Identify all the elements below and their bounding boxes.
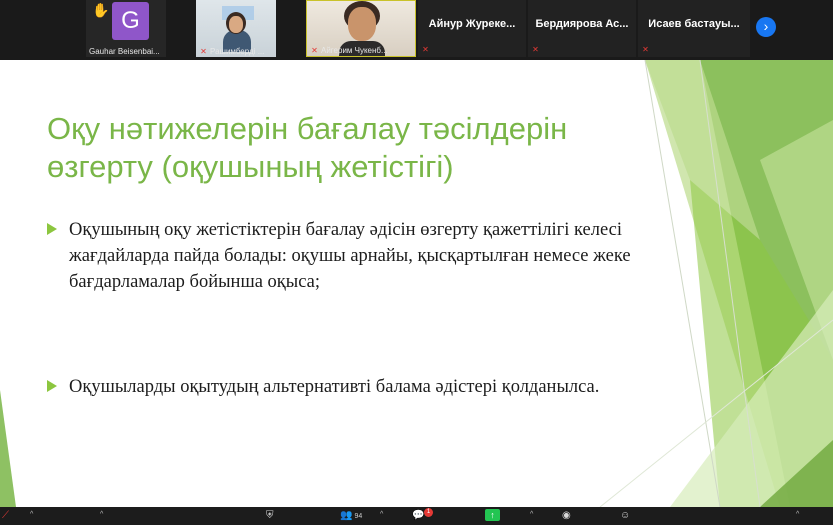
shared-slide: Оқу нәтижелерін бағалау тәсілдерін өзгер…	[0, 60, 833, 507]
slide-bullet: Оқушының оқу жетістіктерін бағалау әдісі…	[47, 217, 649, 295]
chat-badge: 1	[424, 508, 433, 517]
chevron-up-icon[interactable]: ^	[796, 511, 799, 518]
participant-name: Айгерим Чукенб...	[321, 46, 388, 55]
avatar: G	[112, 2, 149, 40]
meeting-toolbar: ⟋ ^ ^ ⛨ 👥 94 ^ 💬 1 ↑ ^ ◉ ☺ ^	[0, 507, 833, 525]
participant-tile[interactable]: Бердиярова Ас... ✕	[528, 0, 636, 57]
bullet-text: Оқушыларды оқытудың альтернативті балама…	[69, 377, 600, 397]
participant-name: Айнур Журеке...	[428, 18, 516, 30]
share-screen-icon: ↑	[490, 510, 495, 520]
shield-icon[interactable]: ⛨	[266, 510, 274, 521]
share-screen-button[interactable]: ↑	[485, 509, 500, 521]
muted-mic-icon: ✕	[642, 45, 649, 54]
muted-mic-icon: ✕	[532, 45, 539, 54]
participant-name: Рашимберді ...	[210, 47, 265, 56]
bullet-text: Оқушының оқу жетістіктерін бағалау әдісі…	[69, 220, 631, 292]
participant-name: Исаев бастауы...	[648, 18, 740, 30]
muted-mic-icon: ✕	[422, 45, 429, 54]
muted-mic-icon: ✕	[200, 47, 207, 56]
participant-strip: ✋ G Gauhar Beisenbai... ✕ Рашимберді ...…	[0, 0, 833, 60]
muted-mic-icon[interactable]: ⟋	[2, 510, 9, 521]
muted-mic-icon: ✕	[311, 46, 318, 55]
bullet-triangle-icon	[47, 223, 57, 235]
participants-button[interactable]: 👥 94	[340, 510, 362, 521]
raised-hand-icon: ✋	[92, 2, 110, 18]
slide-title-line: Оқу нәтижелерін бағалау тәсілдерін	[47, 111, 568, 146]
participant-tile[interactable]: Исаев бастауы... ✕	[638, 0, 750, 57]
participant-name: Бердиярова Ас...	[535, 18, 629, 30]
record-icon[interactable]: ◉	[562, 510, 571, 521]
participant-tile[interactable]: ✕ Рашимберді ...	[196, 0, 276, 57]
participant-name: Gauhar Beisenbai...	[89, 47, 160, 56]
chevron-up-icon[interactable]: ^	[380, 511, 383, 518]
reactions-icon[interactable]: ☺	[620, 510, 630, 521]
chevron-up-icon[interactable]: ^	[100, 511, 103, 518]
slide-title-line: өзгерту (оқушының жетістігі)	[47, 149, 454, 184]
bullet-triangle-icon	[47, 380, 57, 392]
chevron-up-icon[interactable]: ^	[530, 511, 533, 518]
chevron-right-icon: ›	[763, 18, 769, 34]
chevron-up-icon[interactable]: ^	[30, 511, 33, 518]
slide-title: Оқу нәтижелерін бағалау тәсілдерін өзгер…	[47, 110, 607, 186]
participants-count: 94	[354, 513, 363, 520]
chat-icon[interactable]: 💬	[412, 510, 424, 521]
participants-icon: 👥	[340, 510, 353, 521]
participant-tile[interactable]: ✋ G Gauhar Beisenbai...	[86, 0, 166, 57]
slide-bullet: Оқушыларды оқытудың альтернативті балама…	[47, 374, 649, 400]
participant-tile[interactable]: ✕ Айгерим Чукенб...	[306, 0, 416, 57]
participant-tile[interactable]: Айнур Журеке... ✕	[418, 0, 526, 57]
next-page-button[interactable]: ›	[756, 17, 776, 37]
